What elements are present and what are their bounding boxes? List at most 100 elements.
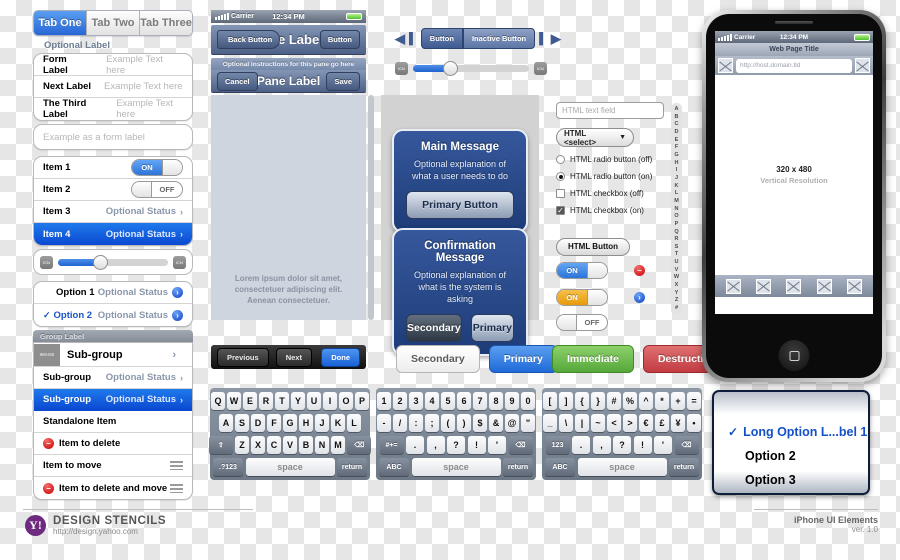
index-letter[interactable]: R	[675, 236, 679, 243]
html-button[interactable]: HTML Button	[556, 237, 631, 256]
key[interactable]: $	[473, 414, 487, 432]
index-letter[interactable]: D	[675, 129, 679, 136]
prev-bar-icon[interactable]: ▌	[409, 33, 417, 45]
alert-primary-button[interactable]: Primary	[470, 314, 514, 342]
cancel-button[interactable]: Cancel	[217, 71, 258, 91]
key[interactable]: #	[607, 392, 621, 410]
key[interactable]: V	[283, 436, 297, 454]
option-picker[interactable]: ✓ Long Option L...bel 1 Option 2 Option …	[712, 390, 870, 495]
key[interactable]: ,	[426, 436, 445, 454]
segmented-nav[interactable]: ◀ ▌ Button Inactive Button ▌ ▶	[395, 28, 561, 49]
index-letter[interactable]: G	[674, 152, 678, 159]
reorder-handle-icon[interactable]	[170, 483, 183, 493]
radio-on-icon[interactable]	[556, 172, 565, 181]
key[interactable]: {	[575, 392, 589, 410]
key[interactable]: ;	[425, 414, 439, 432]
key[interactable]: O	[339, 392, 353, 410]
key[interactable]: X	[251, 436, 265, 454]
key[interactable]: :	[409, 414, 423, 432]
key[interactable]: )	[457, 414, 471, 432]
key[interactable]: Z	[235, 436, 249, 454]
key[interactable]: 0	[521, 392, 535, 410]
segment-inactive-button[interactable]: Inactive Button	[462, 28, 536, 49]
back-button[interactable]: Back Button	[217, 30, 281, 49]
alert-secondary-button[interactable]: Secondary	[406, 314, 462, 342]
index-letter[interactable]: L	[675, 190, 678, 197]
key[interactable]: 3	[409, 392, 423, 410]
key[interactable]: >	[623, 414, 637, 432]
tab-placeholder-icon[interactable]	[725, 278, 741, 294]
list-item[interactable]: Item 2 OFF	[34, 179, 192, 201]
key[interactable]: 9	[505, 392, 519, 410]
picker-row[interactable]: Option 2	[714, 444, 868, 468]
key[interactable]: _	[543, 414, 557, 432]
index-letter[interactable]: P	[675, 221, 679, 228]
option-row[interactable]: Option 1 Optional Status ›	[34, 282, 192, 304]
tab-placeholder-icon[interactable]	[816, 278, 832, 294]
index-letter[interactable]: E	[675, 137, 679, 144]
key[interactable]: 4	[425, 392, 439, 410]
key[interactable]: M	[331, 436, 345, 454]
key[interactable]: 1	[377, 392, 391, 410]
key[interactable]: ?	[613, 436, 631, 454]
group-row-selected[interactable]: Sub-group Optional Status ›	[34, 389, 192, 411]
key[interactable]: .	[406, 436, 424, 454]
pane-scrollbar[interactable]	[368, 95, 374, 320]
key[interactable]: Q	[211, 392, 225, 410]
index-letter[interactable]: U	[675, 259, 679, 266]
secondary-button[interactable]: Secondary	[396, 345, 480, 373]
blue-slider[interactable]: ICN ICN	[395, 61, 547, 76]
slider-track[interactable]	[58, 254, 168, 270]
standalone-input[interactable]: Example as a form label	[43, 132, 145, 143]
tab-one[interactable]: Tab One	[34, 11, 87, 35]
form-row[interactable]: Next Label Example Text here	[34, 76, 192, 98]
backspace-key[interactable]: ⌫	[674, 436, 699, 454]
previous-button[interactable]: Previous	[217, 347, 269, 367]
form-row[interactable]: Form Label Example Text here	[34, 54, 192, 76]
space-key[interactable]: space	[245, 458, 335, 476]
list-item[interactable]: Item 3 Optional Status ›	[34, 201, 192, 223]
key[interactable]: <	[607, 414, 621, 432]
group-row-delete-move[interactable]: – Item to delete and move	[34, 477, 192, 499]
key[interactable]: P	[355, 392, 369, 410]
home-button[interactable]	[778, 340, 810, 371]
html-select[interactable]: HTML <select> ▼	[556, 128, 634, 147]
checkbox-off-icon[interactable]	[556, 189, 565, 198]
space-key[interactable]: space	[411, 458, 501, 476]
keyboard-numeric[interactable]: 1 2 3 4 5 6 7 8 9 0 - / : ; ( ) $ & @ " …	[376, 388, 536, 480]
key[interactable]: %	[623, 392, 637, 410]
tab-placeholder-icon[interactable]	[786, 278, 802, 294]
toggle-blue[interactable]: ON	[556, 262, 608, 279]
footer-brand-url[interactable]: http://design.yahoo.com	[53, 527, 166, 536]
key[interactable]: N	[315, 436, 329, 454]
last-arrow-icon[interactable]: ▶	[551, 31, 561, 47]
key[interactable]: "	[521, 414, 535, 432]
alt-key[interactable]: 123	[545, 436, 570, 454]
toggle-off[interactable]: OFF	[556, 314, 608, 331]
key[interactable]: ,	[592, 436, 611, 454]
first-arrow-icon[interactable]: ◀	[395, 31, 405, 47]
key[interactable]: •	[687, 414, 701, 432]
picker-row[interactable]: Option 3	[714, 468, 868, 492]
html-radio-on-row[interactable]: HTML radio button (on)	[556, 172, 676, 181]
space-key[interactable]: space	[577, 458, 667, 476]
key[interactable]: €	[639, 414, 653, 432]
tab-two[interactable]: Tab Two	[87, 11, 140, 35]
return-key[interactable]: return	[503, 458, 533, 476]
key[interactable]: A	[219, 414, 233, 432]
index-letter[interactable]: T	[675, 251, 678, 258]
key[interactable]: }	[591, 392, 605, 410]
key[interactable]: ^	[639, 392, 653, 410]
key[interactable]: [	[543, 392, 557, 410]
keyboard-symbol[interactable]: [ ] { } # % ^ * + = _ \ | ~ < > € £ ¥ • …	[542, 388, 702, 480]
next-bar-icon[interactable]: ▌	[539, 33, 547, 45]
index-letter[interactable]: Z	[675, 297, 678, 304]
list-item[interactable]: Item 1 ON	[34, 157, 192, 179]
html-text-field[interactable]: HTML text field	[556, 102, 664, 119]
key[interactable]: T	[275, 392, 289, 410]
detail-disclosure-icon[interactable]: ›	[172, 309, 183, 321]
index-letter[interactable]: F	[675, 144, 678, 151]
option-row-checked[interactable]: ✓ Option 2 Optional Status ›	[34, 304, 192, 326]
return-key[interactable]: return	[669, 458, 699, 476]
shift-key[interactable]: ⇧	[208, 436, 233, 454]
